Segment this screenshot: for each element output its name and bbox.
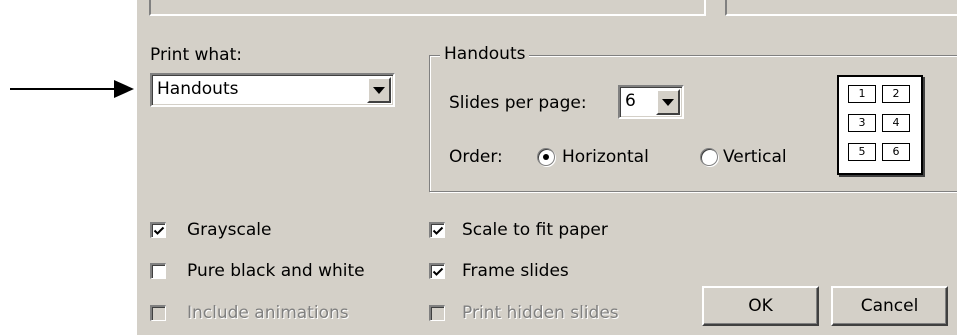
checkmark-icon — [153, 226, 165, 235]
grayscale-label[interactable]: Grayscale — [187, 220, 271, 240]
checkmark-icon — [432, 226, 444, 235]
cancel-button[interactable]: Cancel — [831, 286, 948, 326]
print-dialog: Print what: Handouts Handouts Slides per… — [137, 0, 957, 335]
frame-slides-checkbox[interactable] — [429, 263, 445, 279]
preview-slide-4: 4 — [882, 114, 910, 132]
top-left-partial-field — [149, 0, 706, 16]
radio-selected-dot — [543, 154, 549, 160]
chevron-down-icon — [662, 98, 674, 106]
preview-slide-6: 6 — [882, 143, 910, 161]
checkmark-icon — [432, 267, 444, 276]
frame-slides-label[interactable]: Frame slides — [462, 261, 569, 281]
print-what-dropdown-button[interactable] — [367, 77, 391, 103]
preview-slide-3: 3 — [848, 114, 876, 132]
handout-layout-preview: 1 2 3 4 5 6 — [837, 75, 923, 175]
print-what-value: Handouts — [157, 79, 239, 99]
pure-black-white-label[interactable]: Pure black and white — [187, 261, 365, 281]
slides-per-page-label: Slides per page: — [449, 93, 587, 113]
print-what-label: Print what: — [150, 45, 242, 65]
include-animations-label: Include animations — [187, 303, 349, 323]
include-animations-checkbox — [150, 305, 166, 321]
grayscale-checkbox[interactable] — [150, 222, 166, 238]
chevron-down-icon — [373, 86, 385, 94]
ok-button[interactable]: OK — [702, 286, 819, 326]
ok-button-label: OK — [748, 296, 773, 316]
preview-slide-1: 1 — [848, 85, 876, 103]
order-vertical-label[interactable]: Vertical — [723, 147, 787, 167]
preview-slide-2: 2 — [882, 85, 910, 103]
print-what-dropdown[interactable]: Handouts — [150, 73, 395, 107]
order-label: Order: — [449, 147, 503, 167]
scale-to-fit-label[interactable]: Scale to fit paper — [462, 220, 608, 240]
print-hidden-slides-label: Print hidden slides — [462, 303, 619, 323]
order-horizontal-label[interactable]: Horizontal — [562, 147, 649, 167]
pure-black-white-checkbox[interactable] — [150, 263, 166, 279]
order-vertical-radio[interactable] — [700, 148, 718, 166]
scale-to-fit-checkbox[interactable] — [429, 222, 445, 238]
slides-per-page-dropdown[interactable]: 6 — [618, 85, 684, 119]
preview-slide-5: 5 — [848, 143, 876, 161]
handouts-group-title: Handouts — [440, 44, 530, 64]
print-hidden-slides-checkbox — [429, 305, 445, 321]
slides-per-page-value: 6 — [625, 91, 636, 111]
top-right-partial-field — [725, 0, 957, 16]
cancel-button-label: Cancel — [860, 296, 919, 316]
slides-per-page-dropdown-button[interactable] — [656, 89, 680, 115]
order-horizontal-radio[interactable] — [537, 148, 555, 166]
arrow-right-icon — [10, 80, 134, 98]
